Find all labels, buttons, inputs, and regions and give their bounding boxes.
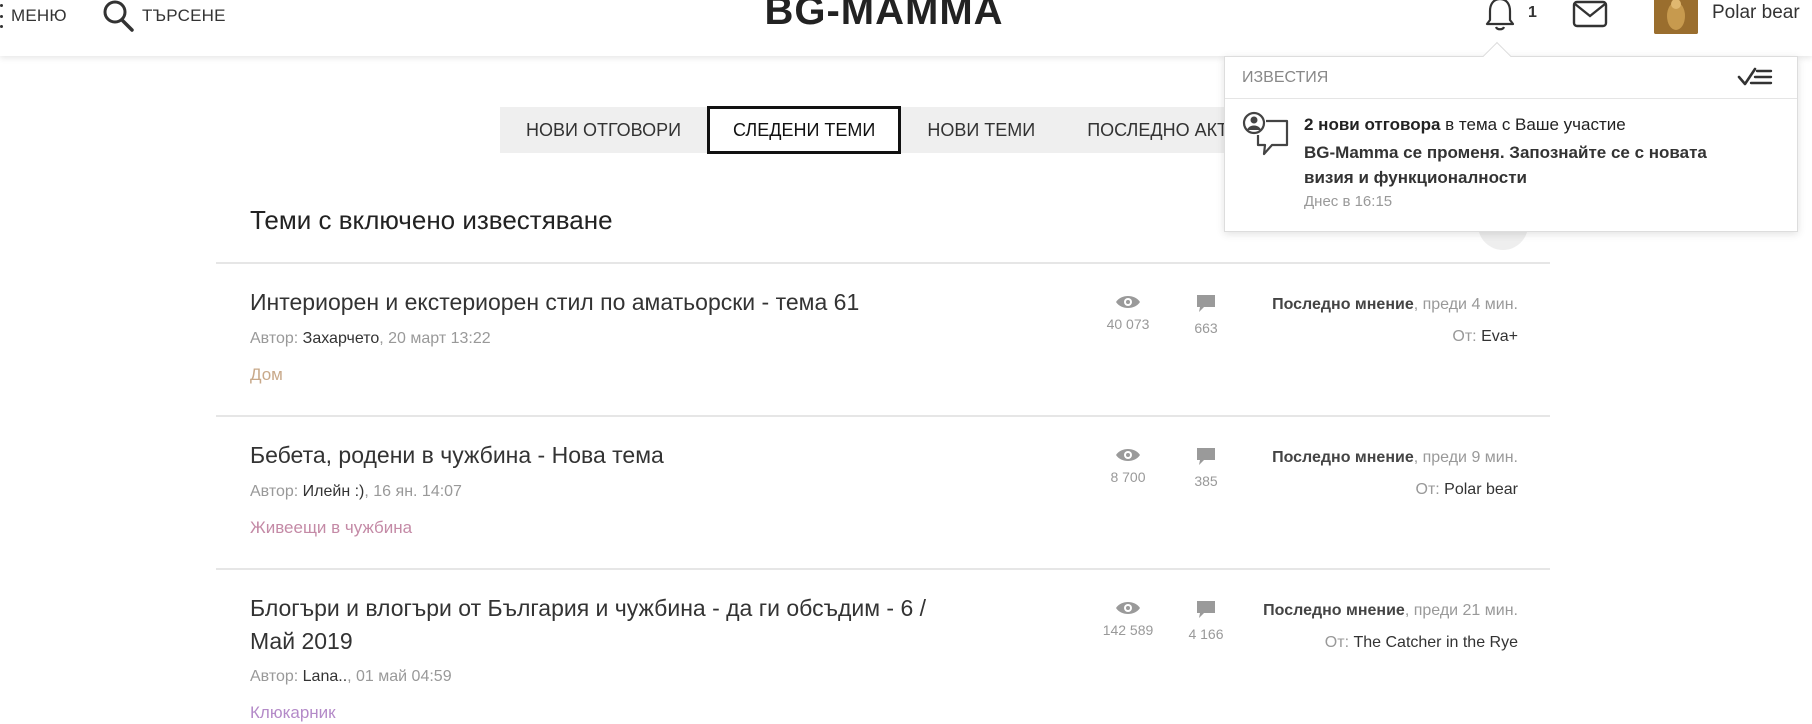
last-post-author[interactable]: Polar bear xyxy=(1444,481,1518,498)
topic-meta: Автор: Захарчето, 20 март 13:22 xyxy=(250,330,491,347)
topic-category[interactable]: Живеещи в чужбина xyxy=(250,518,412,538)
topic-author[interactable]: Илейн :) xyxy=(303,483,365,500)
topic-category[interactable]: Дом xyxy=(250,365,283,385)
notification-topic: BG-Mamma се променя. Запознайте се с нов… xyxy=(1304,143,1707,187)
tab-followed-topics[interactable]: СЛЕДЕНИ ТЕМИ xyxy=(707,106,902,154)
last-post: Последно мнение, преди 21 мин. От: The C… xyxy=(1263,602,1518,651)
topic-title[interactable]: Бебета, родени в чужбина - Нова тема xyxy=(250,439,950,472)
menu-label: МЕНЮ xyxy=(11,6,67,25)
topic-meta: Автор: Илейн :), 16 ян. 14:07 xyxy=(250,483,462,500)
views-stat: 40 073 xyxy=(1088,294,1168,332)
search-icon xyxy=(103,0,134,32)
tab-new-topics[interactable]: НОВИ ТЕМИ xyxy=(901,107,1061,153)
comment-icon xyxy=(1197,601,1215,618)
replies-stat: 385 xyxy=(1166,447,1246,489)
topic-row: Блогъри и влогъри от България и чужбина … xyxy=(0,570,1812,724)
topic-category[interactable]: Клюкарник xyxy=(250,703,336,723)
last-post-author[interactable]: The Catcher in the Rye xyxy=(1353,634,1518,651)
topic-tabs: НОВИ ОТГОВОРИ СЛЕДЕНИ ТЕМИ НОВИ ТЕМИ ПОС… xyxy=(500,106,1266,154)
notification-time: Днес в 16:15 xyxy=(1304,193,1393,210)
search-button[interactable]: ТЪРСЕНЕ xyxy=(102,0,226,32)
topic-meta: Автор: Lana.., 01 май 04:59 xyxy=(250,668,452,685)
views-count: 142 589 xyxy=(1102,622,1154,638)
bell-icon[interactable] xyxy=(1484,0,1516,32)
notification-text: 2 нови отговора в тема с Ваше участие xyxy=(1304,115,1626,134)
svg-text:BG-MAMMA: BG-MAMMA xyxy=(764,0,1003,32)
avatar[interactable] xyxy=(1654,0,1698,34)
replies-count: 4 166 xyxy=(1188,626,1224,642)
notifications-dropdown: ИЗВЕСТИЯ 2 нови отговора в тема с Ваше у… xyxy=(1224,56,1798,232)
topic-author[interactable]: Захарчето xyxy=(303,330,380,347)
menu-button[interactable]: МЕНЮ xyxy=(0,4,67,28)
bg-mamma-logo[interactable]: BG-MAMMA xyxy=(762,0,1006,32)
replies-count: 385 xyxy=(1194,473,1218,489)
avatar-image xyxy=(1654,0,1698,34)
eye-icon xyxy=(1116,449,1140,461)
topic-row: Интериорен и екстериорен стил по аматьор… xyxy=(0,264,1812,414)
views-stat: 8 700 xyxy=(1088,447,1168,485)
last-post-author[interactable]: Eva+ xyxy=(1481,328,1518,345)
eye-icon xyxy=(1116,602,1140,614)
comment-icon xyxy=(1197,295,1215,312)
topic-row: Бебета, родени в чужбина - Нова тема Авт… xyxy=(0,417,1812,567)
menu-icon xyxy=(0,4,3,28)
topic-author[interactable]: Lana.. xyxy=(303,668,347,685)
notification-count: 1 xyxy=(1528,4,1537,21)
replies-stat: 663 xyxy=(1166,294,1246,336)
topic-title[interactable]: Блогъри и влогъри от България и чужбина … xyxy=(250,592,970,658)
replies-count: 663 xyxy=(1194,320,1218,336)
last-post: Последно мнение, преди 4 мин. От: Eva+ xyxy=(1272,296,1518,345)
views-stat: 142 589 xyxy=(1088,600,1168,638)
mark-all-read-icon[interactable] xyxy=(1737,65,1773,89)
replies-stat: 4 166 xyxy=(1166,600,1246,642)
notifications-header: ИЗВЕСТИЯ xyxy=(1225,57,1797,99)
tab-new-replies[interactable]: НОВИ ОТГОВОРИ xyxy=(500,107,707,153)
mail-icon[interactable] xyxy=(1572,0,1608,28)
last-post: Последно мнение, преди 9 мин. От: Polar … xyxy=(1272,449,1518,498)
eye-icon xyxy=(1116,296,1140,308)
user-name[interactable]: Polar bear xyxy=(1712,2,1800,24)
top-header: МЕНЮ ТЪРСЕНЕ BG-MAMMA 1 Polar bear xyxy=(0,0,1812,56)
views-count: 40 073 xyxy=(1106,316,1150,332)
reply-bubble-icon xyxy=(1242,111,1289,156)
comment-icon xyxy=(1197,448,1215,465)
notification-item[interactable]: 2 нови отговора в тема с Ваше участие BG… xyxy=(1225,99,1797,231)
search-label: ТЪРСЕНЕ xyxy=(142,6,226,25)
topic-title[interactable]: Интериорен и екстериорен стил по аматьор… xyxy=(250,286,950,319)
page-title: Теми с включено известяване xyxy=(250,205,613,235)
notifications-title: ИЗВЕСТИЯ xyxy=(1242,69,1329,86)
views-count: 8 700 xyxy=(1110,469,1146,485)
